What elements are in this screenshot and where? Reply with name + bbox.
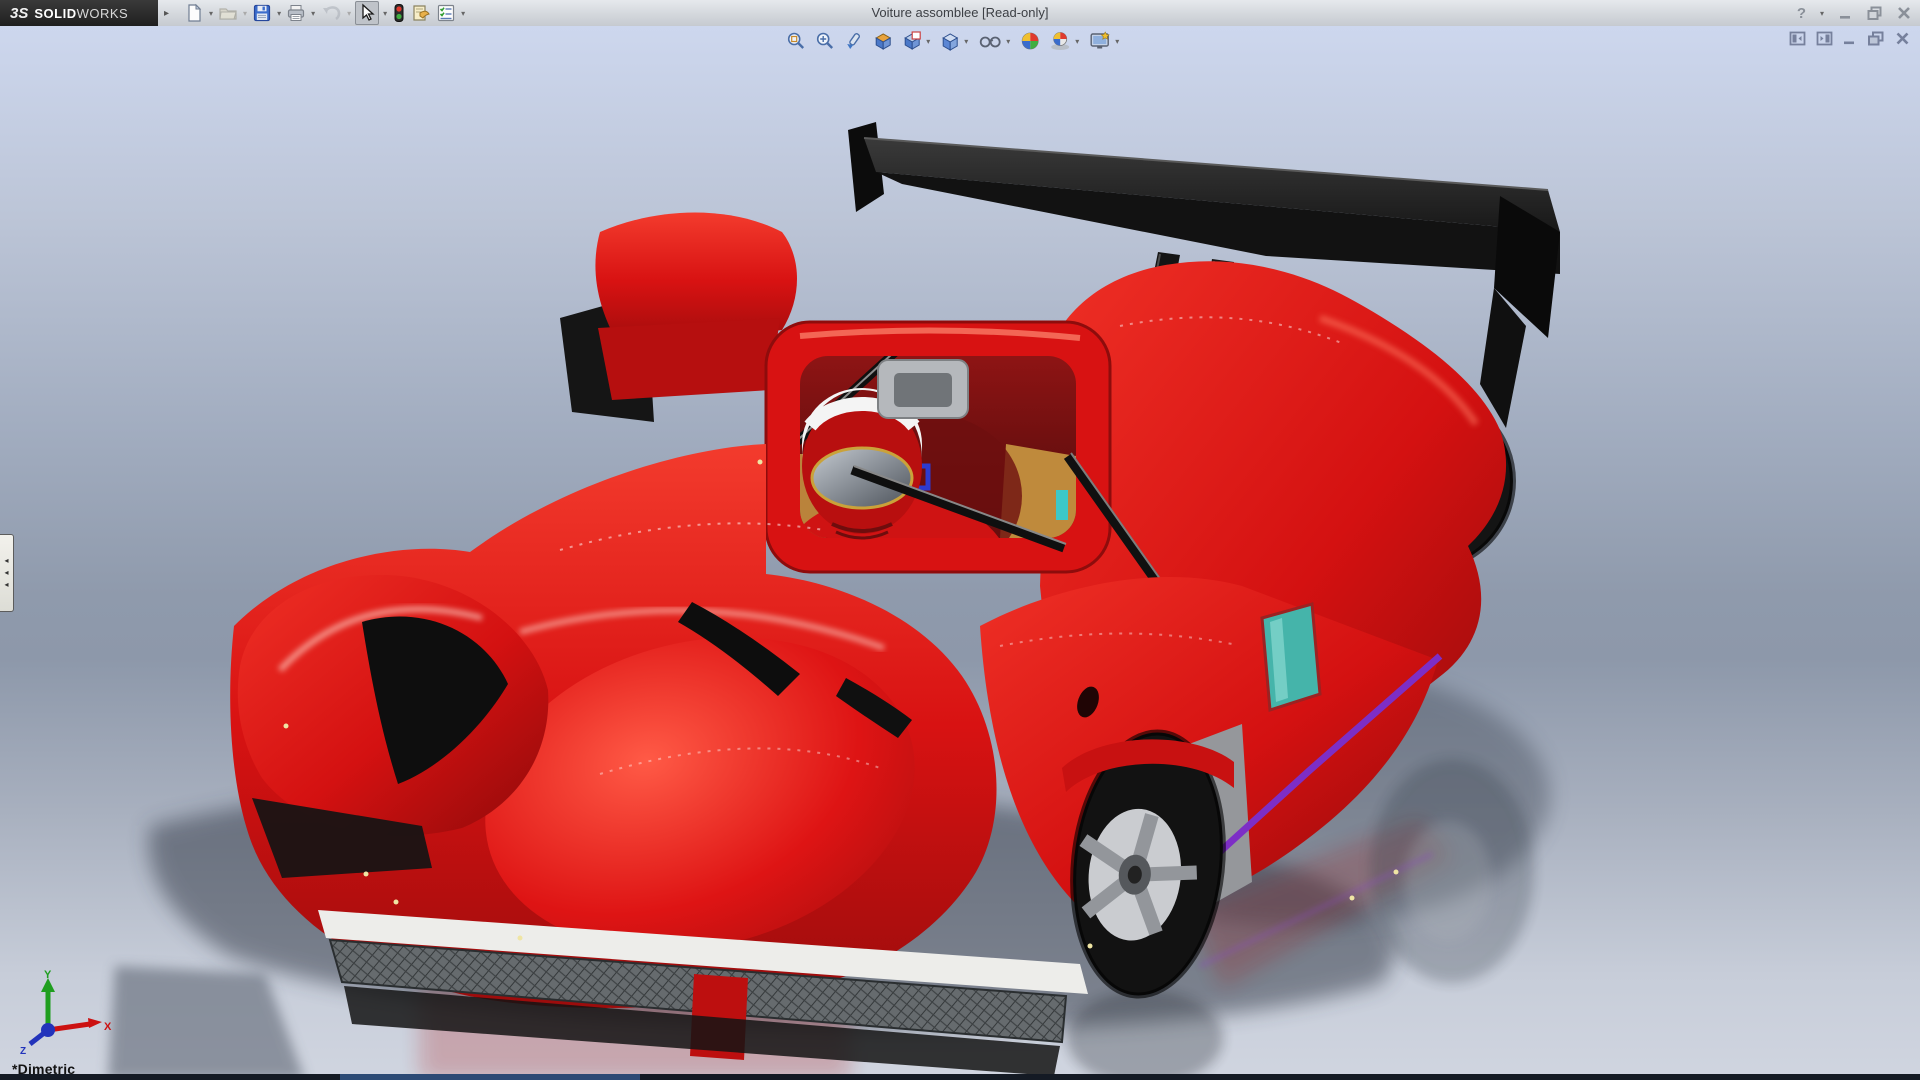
help-button[interactable]: ? [1797, 5, 1806, 22]
side-window [1260, 602, 1322, 713]
open-button[interactable] [217, 2, 239, 24]
window-controls: ? ▾ [1797, 0, 1912, 26]
select-cursor-icon [362, 3, 375, 21]
undo-icon [323, 6, 341, 21]
triad-z-label: Z [20, 1046, 26, 1056]
options-dropdown-caret[interactable]: ▾ [461, 9, 465, 18]
save-button[interactable] [251, 2, 273, 24]
save-icon [253, 4, 271, 22]
rear-left-fender [560, 212, 797, 422]
select-tool-button[interactable] [355, 1, 380, 25]
restore-icon[interactable] [1866, 5, 1884, 21]
print-dropdown-caret[interactable]: ▾ [311, 9, 315, 18]
minimize-icon[interactable] [1838, 5, 1854, 21]
new-dropdown-caret[interactable]: ▾ [209, 9, 213, 18]
options-checklist-icon [438, 4, 455, 22]
open-dropdown-caret[interactable]: ▾ [243, 9, 247, 18]
graphics-viewport[interactable]: ▾ ▾ ▾ ▾ ▾ ◂ ◂ ◂ Y X Z *Dimetric [0, 26, 1920, 1080]
print-button[interactable] [285, 2, 307, 24]
rear-view-mirror [877, 359, 969, 419]
solidworks-window: 3S SOLIDWORKS ▸ ▾ ▾ ▾ ▾ ▾ ▾ ▾ Voiture as… [0, 0, 1920, 1080]
taskbar-edge [0, 1074, 1920, 1080]
open-folder-icon [219, 8, 237, 20]
orientation-triad: Y X Z [20, 969, 112, 1056]
collapse-arrow-icon: ◂ [4, 580, 9, 589]
race-car-model[interactable] [0, 26, 1920, 1080]
undo-dropdown-caret[interactable]: ▾ [347, 9, 351, 18]
help-dropdown-caret[interactable]: ▾ [1820, 9, 1824, 18]
feature-manager-collapsed-tab[interactable]: ◂ ◂ ◂ [0, 534, 14, 612]
file-properties-button[interactable] [409, 2, 433, 24]
brand-works: WORKS [76, 5, 129, 21]
triad-x-label: X [104, 1021, 112, 1033]
options-button[interactable] [435, 2, 457, 24]
save-dropdown-caret[interactable]: ▾ [277, 9, 281, 18]
undo-button[interactable] [319, 2, 343, 24]
print-icon [287, 5, 305, 21]
new-document-button[interactable] [183, 2, 205, 24]
triad-y-label: Y [44, 969, 52, 981]
file-properties-icon [413, 5, 430, 21]
titlebar: 3S SOLIDWORKS ▸ ▾ ▾ ▾ ▾ ▾ ▾ ▾ Voiture as… [0, 0, 1920, 27]
select-dropdown-caret[interactable]: ▾ [383, 9, 387, 18]
collapse-arrow-icon: ◂ [4, 556, 9, 565]
collapse-arrow-icon: ◂ [4, 568, 9, 577]
rebuild-button[interactable] [391, 2, 407, 24]
ds-logo-icon: 3S [10, 4, 29, 22]
close-icon[interactable] [1896, 5, 1912, 21]
rebuild-traffic-light-icon [394, 4, 404, 22]
brand-solid: SOLID [34, 5, 77, 21]
standard-toolbar: ▾ ▾ ▾ ▾ ▾ ▾ ▾ [183, 1, 467, 25]
solidworks-logo: 3S SOLIDWORKS [0, 0, 158, 26]
menu-flyout-arrow[interactable]: ▸ [164, 8, 169, 19]
new-document-icon [188, 3, 202, 22]
